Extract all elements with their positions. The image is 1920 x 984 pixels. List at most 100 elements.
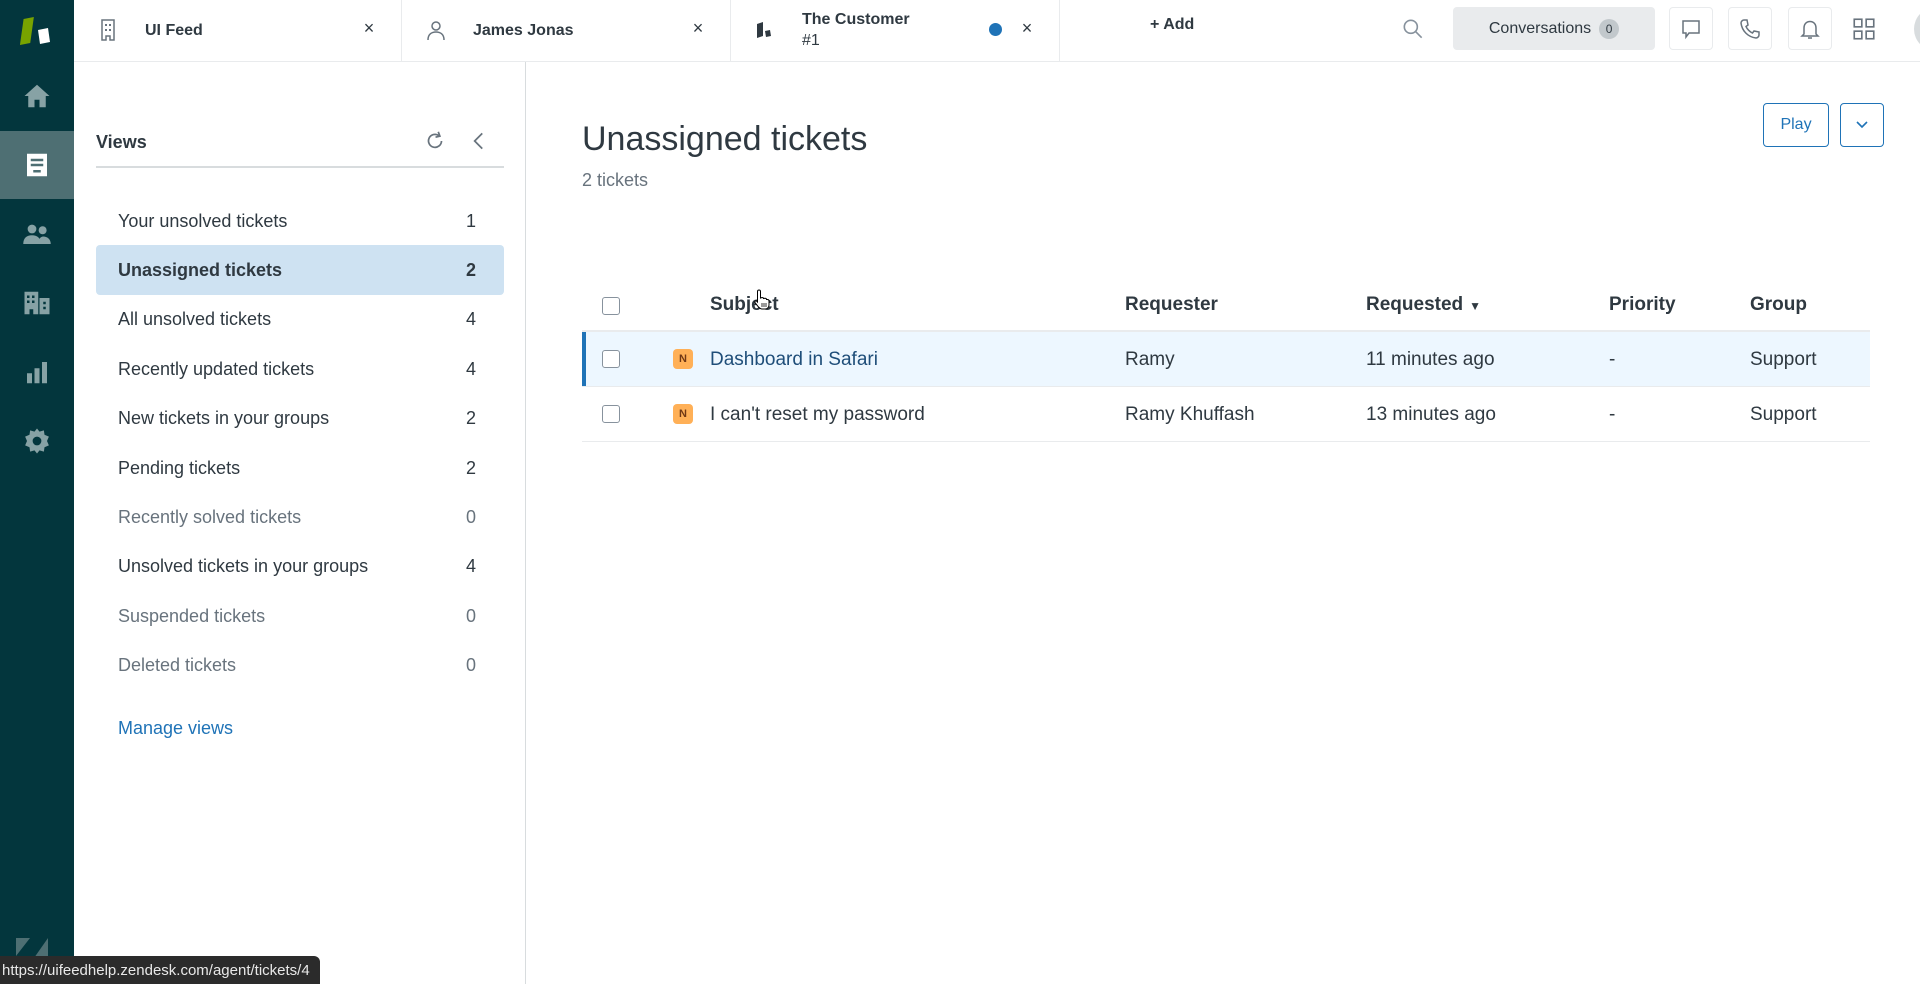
view-item-label: Pending tickets (118, 457, 241, 478)
zendesk-logo[interactable] (0, 0, 74, 62)
close-tab-icon[interactable]: × (359, 18, 379, 39)
nav-admin[interactable] (0, 407, 74, 475)
customers-icon (23, 224, 51, 244)
user-avatar[interactable] (1914, 7, 1920, 51)
tab-the-customer[interactable]: The Customer #1 × (731, 0, 1060, 61)
view-options-button[interactable] (1840, 103, 1884, 147)
building-icon (101, 19, 115, 41)
view-item-count: 2 (465, 408, 476, 429)
view-item[interactable]: Unassigned tickets 2 (96, 245, 504, 296)
views-panel: Views Your unsolved tickets 1 Unassigned t… (74, 62, 526, 984)
view-item[interactable]: All unsolved tickets 4 (96, 295, 504, 345)
ticket-requester: Ramy (1125, 349, 1175, 370)
gear-icon (25, 428, 49, 454)
select-all-checkbox[interactable] (602, 297, 620, 315)
bell-icon (1800, 20, 1820, 39)
view-item-label: Unassigned tickets (118, 259, 283, 280)
row-checkbox[interactable] (602, 350, 620, 368)
view-item-count: 4 (465, 309, 476, 330)
column-requested-label: Requested (1366, 294, 1464, 315)
column-priority[interactable]: Priority (1609, 294, 1676, 316)
add-button[interactable]: + Add (1150, 16, 1194, 34)
avatar-placeholder-icon (1914, 7, 1920, 51)
collapse-chevron-left-icon[interactable] (466, 128, 492, 154)
table-row[interactable]: N I can't reset my password Ramy Khuffash 1… (582, 387, 1870, 442)
tickets-table: Subject Requester Requested ▼ Priority Gr… (582, 270, 1870, 442)
ticket-priority: - (1609, 349, 1616, 370)
view-item-count: 4 (465, 556, 476, 577)
manage-views-link[interactable]: Manage views (118, 718, 233, 739)
ticket-requester: Ramy Khuffash (1125, 404, 1255, 425)
status-badge: N (673, 349, 693, 369)
close-tab-icon[interactable]: × (1017, 18, 1037, 39)
sort-desc-icon: ▼ (1469, 299, 1482, 313)
chevron-down-icon (1856, 121, 1868, 129)
view-item-label: Your unsolved tickets (118, 210, 288, 231)
view-item[interactable]: Unsolved tickets in your groups 4 (96, 542, 504, 592)
nav-rail (0, 0, 74, 984)
chat-button[interactable] (1669, 7, 1713, 50)
view-item[interactable]: Your unsolved tickets 1 (96, 196, 504, 246)
refresh-icon[interactable] (422, 128, 448, 154)
tab-james-jonas[interactable]: James Jonas × (402, 0, 731, 61)
view-item[interactable]: Suspended tickets 0 (96, 591, 504, 641)
view-item[interactable]: Pending tickets 2 (96, 443, 504, 493)
home-icon (24, 84, 50, 108)
view-item-label: Unsolved tickets in your groups (118, 556, 369, 577)
column-requested[interactable]: Requested ▼ (1366, 294, 1481, 316)
search-icon[interactable] (1400, 16, 1426, 42)
column-requester[interactable]: Requester (1125, 294, 1218, 316)
tab-label: The Customer (802, 11, 910, 28)
view-item-count: 0 (465, 655, 476, 676)
reporting-bars-icon (27, 362, 47, 384)
view-item-label: Deleted tickets (118, 655, 237, 676)
apps-grid-icon[interactable] (1851, 16, 1877, 42)
chat-bubble-icon (1682, 19, 1700, 39)
conversations-label: Conversations (1488, 19, 1592, 37)
ticket-subject-link[interactable]: I can't reset my password (710, 404, 925, 426)
nav-reporting[interactable] (0, 338, 74, 406)
nav-home[interactable] (0, 62, 74, 130)
tab-sublabel: #1 (802, 32, 820, 49)
ticket-count: 2 tickets (582, 170, 649, 190)
ticket-subject-link[interactable]: Dashboard in Safari (710, 349, 878, 371)
views-title: Views (96, 132, 147, 152)
link-preview-statusbar: https://uifeedhelp.zendesk.com/agent/tic… (0, 956, 320, 984)
phone-icon (1740, 18, 1760, 39)
column-group[interactable]: Group (1750, 294, 1807, 316)
ticket-requested: 11 minutes ago (1366, 349, 1495, 370)
tab-ui-feed[interactable]: UI Feed × (74, 0, 402, 61)
organizations-icon (24, 291, 50, 315)
nav-customers[interactable] (0, 200, 74, 268)
view-item[interactable]: New tickets in your groups 2 (96, 394, 504, 444)
phone-button[interactable] (1728, 7, 1772, 50)
main-content: Unassigned tickets 2 tickets Play Subjec… (527, 62, 1920, 984)
close-tab-icon[interactable]: × (688, 18, 708, 39)
view-item[interactable]: Recently updated tickets 4 (96, 344, 504, 394)
nav-views[interactable] (0, 131, 74, 199)
unsaved-indicator-dot (989, 23, 1002, 36)
tab-label: UI Feed (145, 21, 203, 39)
table-row[interactable]: N Dashboard in Safari Ramy 11 minutes ago - S… (582, 332, 1870, 387)
ticket-group: Support (1750, 404, 1817, 425)
view-item-label: Recently solved tickets (118, 506, 302, 527)
play-button[interactable]: Play (1763, 103, 1829, 147)
view-item-label: Suspended tickets (118, 605, 266, 626)
row-checkbox[interactable] (602, 405, 620, 423)
conversations-button[interactable]: Conversations 0 (1453, 7, 1655, 50)
view-item-label: New tickets in your groups (118, 408, 330, 429)
table-header: Subject Requester Requested ▼ Priority Gr… (582, 270, 1870, 332)
ticket-requested: 13 minutes ago (1366, 404, 1496, 425)
view-item-label: Recently updated tickets (118, 358, 315, 379)
view-item-count: 2 (465, 457, 476, 478)
view-item-count: 2 (465, 259, 476, 280)
page-title: Unassigned tickets (582, 120, 868, 158)
nav-organizations[interactable] (0, 269, 74, 337)
top-bar: UI Feed × James Jonas × The Customer #1 … (74, 0, 1920, 62)
view-item[interactable]: Recently solved tickets 0 (96, 492, 504, 542)
notifications-button[interactable] (1788, 7, 1832, 50)
view-item[interactable]: Deleted tickets 0 (96, 641, 504, 691)
views-inbox-icon (27, 153, 47, 177)
table-body: N Dashboard in Safari Ramy 11 minutes ago - S… (582, 332, 1870, 442)
user-icon (427, 21, 445, 41)
